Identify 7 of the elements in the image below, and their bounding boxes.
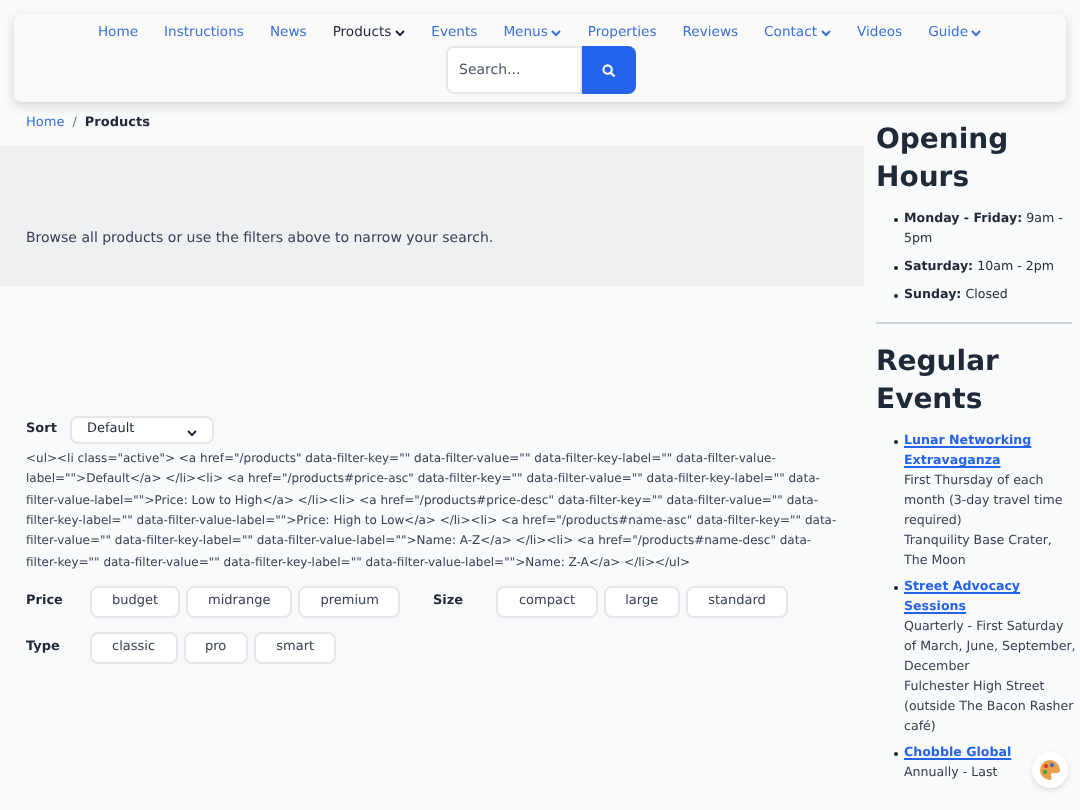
sidebar-heading: Opening Hours <box>876 122 1011 199</box>
sidebar-heading: Regular Events <box>876 344 1001 421</box>
palette-icon <box>1038 758 1062 782</box>
search-icon <box>601 63 615 78</box>
search-button[interactable] <box>581 46 635 95</box>
chevron-down-icon <box>186 428 199 439</box>
theme-button[interactable] <box>1032 752 1068 788</box>
